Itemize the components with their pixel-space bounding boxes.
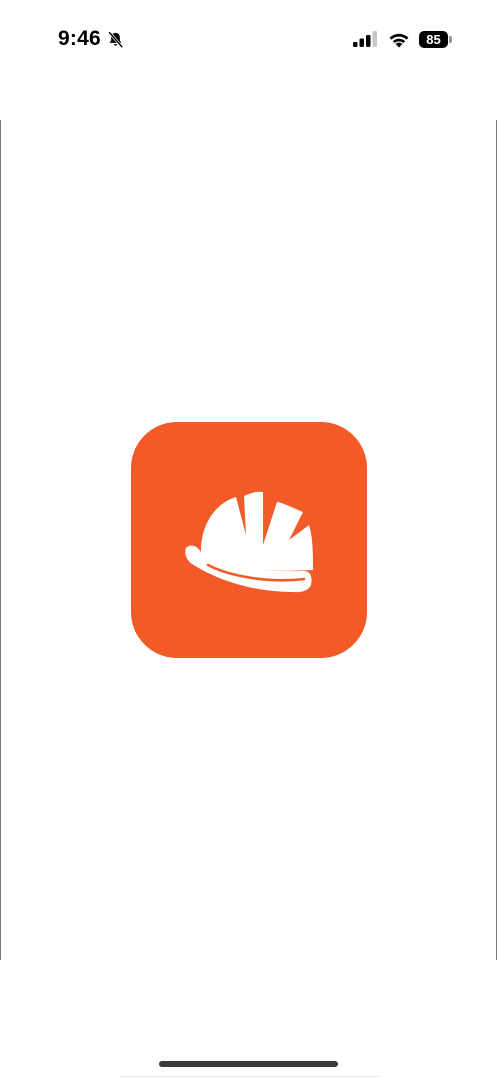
cellular-signal-icon: [353, 31, 377, 47]
app-logo: [131, 422, 367, 658]
wifi-icon: [389, 33, 409, 47]
bottom-divider: [120, 1076, 380, 1077]
hard-hat-icon: [185, 491, 313, 593]
home-indicator[interactable]: [159, 1061, 338, 1067]
status-bar: 9:46 85: [0, 0, 497, 84]
battery-level: 85: [426, 31, 441, 47]
splash-screen: 9:46 85: [0, 0, 497, 1080]
status-time-group: 9:46: [58, 27, 124, 51]
battery-cap: [449, 35, 452, 43]
status-right-group: 85: [353, 30, 453, 48]
battery-icon: 85: [419, 30, 453, 48]
bell-slash-icon: [108, 31, 123, 48]
status-time: 9:46: [58, 27, 101, 50]
battery-body: 85: [419, 30, 448, 48]
screen-edge-left: [0, 120, 1, 960]
